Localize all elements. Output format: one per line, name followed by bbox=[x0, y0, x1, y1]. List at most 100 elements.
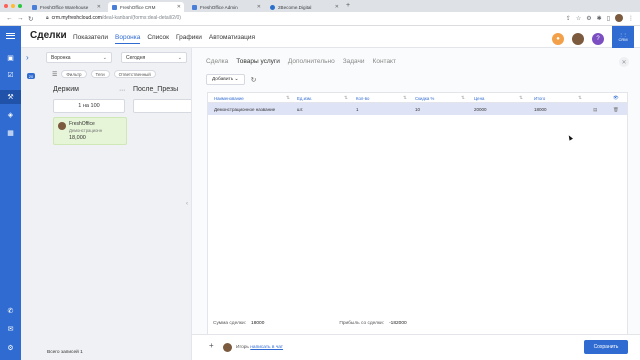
column-menu-icon[interactable]: ⋯ bbox=[119, 87, 125, 94]
resize-handle-icon[interactable]: ‹ bbox=[186, 201, 188, 207]
tab-charts[interactable]: Графики bbox=[176, 34, 202, 44]
sort-icon[interactable]: ⇅ bbox=[344, 95, 348, 101]
close-icon[interactable]: ✕ bbox=[177, 4, 181, 10]
add-button[interactable]: Добавить ⌄ bbox=[206, 74, 245, 85]
tab-automation[interactable]: Автоматизация bbox=[209, 34, 255, 44]
grid-header: Наименование ⇅ Ед.изм. ⇅ Кол-во ⇅ Скидка… bbox=[208, 93, 627, 103]
chat-prompt: Игорь написать в чат bbox=[236, 345, 284, 350]
mail-icon[interactable]: ✉ bbox=[0, 322, 21, 336]
browser-tab[interactable]: 2Become.Digital ✕ bbox=[266, 2, 342, 12]
extension-icon[interactable]: ⚙ bbox=[586, 15, 591, 22]
phone-icon[interactable]: ✆ bbox=[0, 304, 21, 318]
browser-tab-active[interactable]: FreshOffice CRM ✕ bbox=[108, 2, 184, 12]
star-icon[interactable]: ☆ bbox=[576, 15, 581, 22]
globe-icon bbox=[270, 4, 275, 10]
table-row[interactable]: Демонстрационное название шт. 1 10 20000… bbox=[208, 103, 627, 115]
back-icon[interactable]: ← bbox=[6, 15, 13, 22]
notifications-icon[interactable]: ● bbox=[552, 32, 564, 45]
close-icon[interactable]: ✕ bbox=[257, 4, 261, 10]
filter-chip[interactable]: Фильтр bbox=[61, 70, 87, 78]
refresh-icon[interactable]: ↻ bbox=[251, 76, 257, 84]
products-icon[interactable]: ◈ bbox=[0, 108, 21, 122]
sort-icon[interactable]: ⇅ bbox=[578, 95, 582, 101]
tab-contact[interactable]: Контакт bbox=[373, 58, 396, 65]
address-bar: ← → ↻ 🔒︎ crm.myfreshcloud.com/deal-kanban… bbox=[0, 12, 640, 26]
close-icon[interactable]: ✕ bbox=[335, 4, 339, 10]
avatar bbox=[223, 343, 232, 352]
menu-icon[interactable] bbox=[0, 29, 21, 43]
column-header[interactable]: Цена bbox=[474, 96, 484, 101]
eye-icon[interactable]: 👁︎ bbox=[613, 95, 619, 101]
count-badge: 20 bbox=[27, 73, 35, 79]
share-icon[interactable]: ⇪ bbox=[566, 15, 571, 22]
tasks-icon[interactable]: ☑ bbox=[0, 68, 21, 82]
url-field[interactable]: 🔒︎ crm.myfreshcloud.com/deal-kanban/(form… bbox=[46, 15, 181, 21]
browser-tab[interactable]: FreshOffice Warehouse ✕ bbox=[28, 2, 104, 12]
tab-funnel[interactable]: Воронка bbox=[115, 34, 141, 44]
close-panel-button[interactable]: ✕ bbox=[619, 57, 629, 67]
column-title: Держим bbox=[53, 86, 79, 93]
lock-icon: 🔒︎ bbox=[46, 15, 49, 21]
delete-icon[interactable]: 🗑︎ bbox=[613, 107, 619, 113]
edit-icon[interactable]: ▤ bbox=[593, 107, 597, 113]
forward-icon[interactable]: → bbox=[17, 15, 24, 22]
tab-additional[interactable]: Дополнительно bbox=[288, 58, 335, 65]
deals-icon[interactable]: ⚒ bbox=[0, 90, 21, 104]
column-header[interactable]: Скидка % bbox=[415, 96, 434, 101]
responsible-chip[interactable]: Ответственный bbox=[113, 70, 156, 78]
sort-icon[interactable]: ⇅ bbox=[461, 95, 465, 101]
date-select[interactable]: Сегодня ⌄ bbox=[121, 52, 187, 63]
chevron-right-icon[interactable]: › bbox=[26, 53, 29, 62]
deal-card[interactable]: FreshOffice Демонстрационн 18,000 bbox=[53, 117, 127, 145]
tab-indicators[interactable]: Показатели bbox=[73, 34, 108, 44]
app-sidebar: ▣ ☑ ⚒ ◈ ▦ ✆ ✉ ⚙ bbox=[0, 26, 21, 360]
tags-chip[interactable]: Теги bbox=[90, 70, 110, 78]
sort-icon[interactable]: ⇅ bbox=[519, 95, 523, 101]
favicon-icon bbox=[112, 4, 117, 10]
window-controls[interactable] bbox=[4, 4, 22, 8]
funnel-select[interactable]: Воронка ⌄ bbox=[46, 52, 112, 63]
plus-icon[interactable]: + bbox=[209, 341, 214, 350]
calendar-icon[interactable]: ▦ bbox=[0, 126, 21, 140]
close-icon[interactable]: ✕ bbox=[97, 4, 101, 10]
browser-tab[interactable]: FreshOffice Admin ✕ bbox=[188, 2, 264, 12]
column-header[interactable]: Итого bbox=[534, 96, 545, 101]
crm-logo[interactable]: ⋮⋮ CRM bbox=[612, 26, 634, 48]
column-header[interactable]: Ед.изм. bbox=[297, 96, 312, 101]
tab-tasks[interactable]: Задачи bbox=[343, 58, 365, 65]
deal-card-amount: 18,000 bbox=[69, 135, 86, 141]
extensions-puzzle-icon[interactable]: ✱ bbox=[597, 15, 602, 22]
deal-totals: Сумма сделки: 18000 Прибыль со сделки: -18… bbox=[213, 321, 407, 326]
tab-deal[interactable]: Сделка bbox=[206, 58, 228, 65]
new-tab-button[interactable]: + bbox=[346, 2, 350, 9]
products-grid: Наименование ⇅ Ед.изм. ⇅ Кол-во ⇅ Скидка… bbox=[207, 92, 628, 360]
deal-card-subtitle: Демонстрационн bbox=[69, 128, 103, 133]
chat-link[interactable]: написать в чат bbox=[250, 345, 283, 350]
page-header: Сделки Показатели Воронка Список Графики… bbox=[21, 26, 640, 48]
panel-footer: + Игорь написать в чат Сохранить bbox=[192, 334, 640, 360]
sort-icon[interactable]: ⇅ bbox=[286, 95, 290, 101]
tab-products[interactable]: Товары услуги bbox=[236, 58, 280, 65]
contacts-icon[interactable]: ▣ bbox=[0, 51, 21, 65]
column-header[interactable]: Наименование bbox=[214, 96, 244, 101]
profile-avatar[interactable] bbox=[615, 14, 623, 22]
tab-list[interactable]: Список bbox=[147, 34, 169, 44]
grid-cell: Демонстрационное название bbox=[214, 106, 276, 112]
user-avatar[interactable] bbox=[572, 32, 584, 45]
help-icon[interactable]: ? bbox=[592, 32, 604, 45]
save-button[interactable]: Сохранить bbox=[584, 340, 628, 354]
sort-icon[interactable]: ⇅ bbox=[403, 95, 407, 101]
sum-value: 18000 bbox=[251, 321, 265, 326]
deal-card-company: FreshOffice bbox=[69, 121, 95, 127]
column-counter: 1 на 100 bbox=[53, 99, 125, 113]
settings-icon[interactable]: ⚙ bbox=[0, 341, 21, 355]
profit-label: Прибыль со сделки: bbox=[339, 321, 385, 326]
sidebar-icon[interactable]: ▯ bbox=[607, 15, 610, 22]
chevron-down-icon: ⌄ bbox=[177, 55, 182, 61]
more-icon[interactable]: ⋮ bbox=[628, 15, 634, 22]
avatar bbox=[58, 122, 66, 130]
reload-icon[interactable]: ↻ bbox=[28, 15, 33, 23]
favicon-icon bbox=[32, 4, 37, 10]
filter-icon[interactable]: ☰ bbox=[52, 71, 57, 78]
column-header[interactable]: Кол-во bbox=[356, 96, 369, 101]
